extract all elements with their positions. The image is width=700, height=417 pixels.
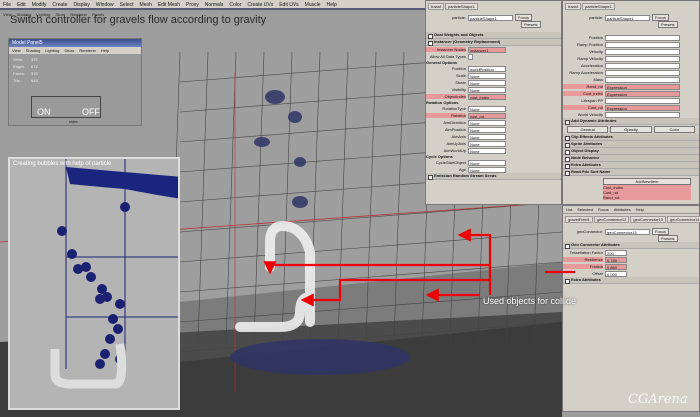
arrow-left — [263, 261, 490, 275]
collide-annotation: Used objects for collide — [483, 296, 577, 306]
annotation-arrows — [263, 228, 575, 307]
watermark: CGArena — [628, 392, 688, 407]
